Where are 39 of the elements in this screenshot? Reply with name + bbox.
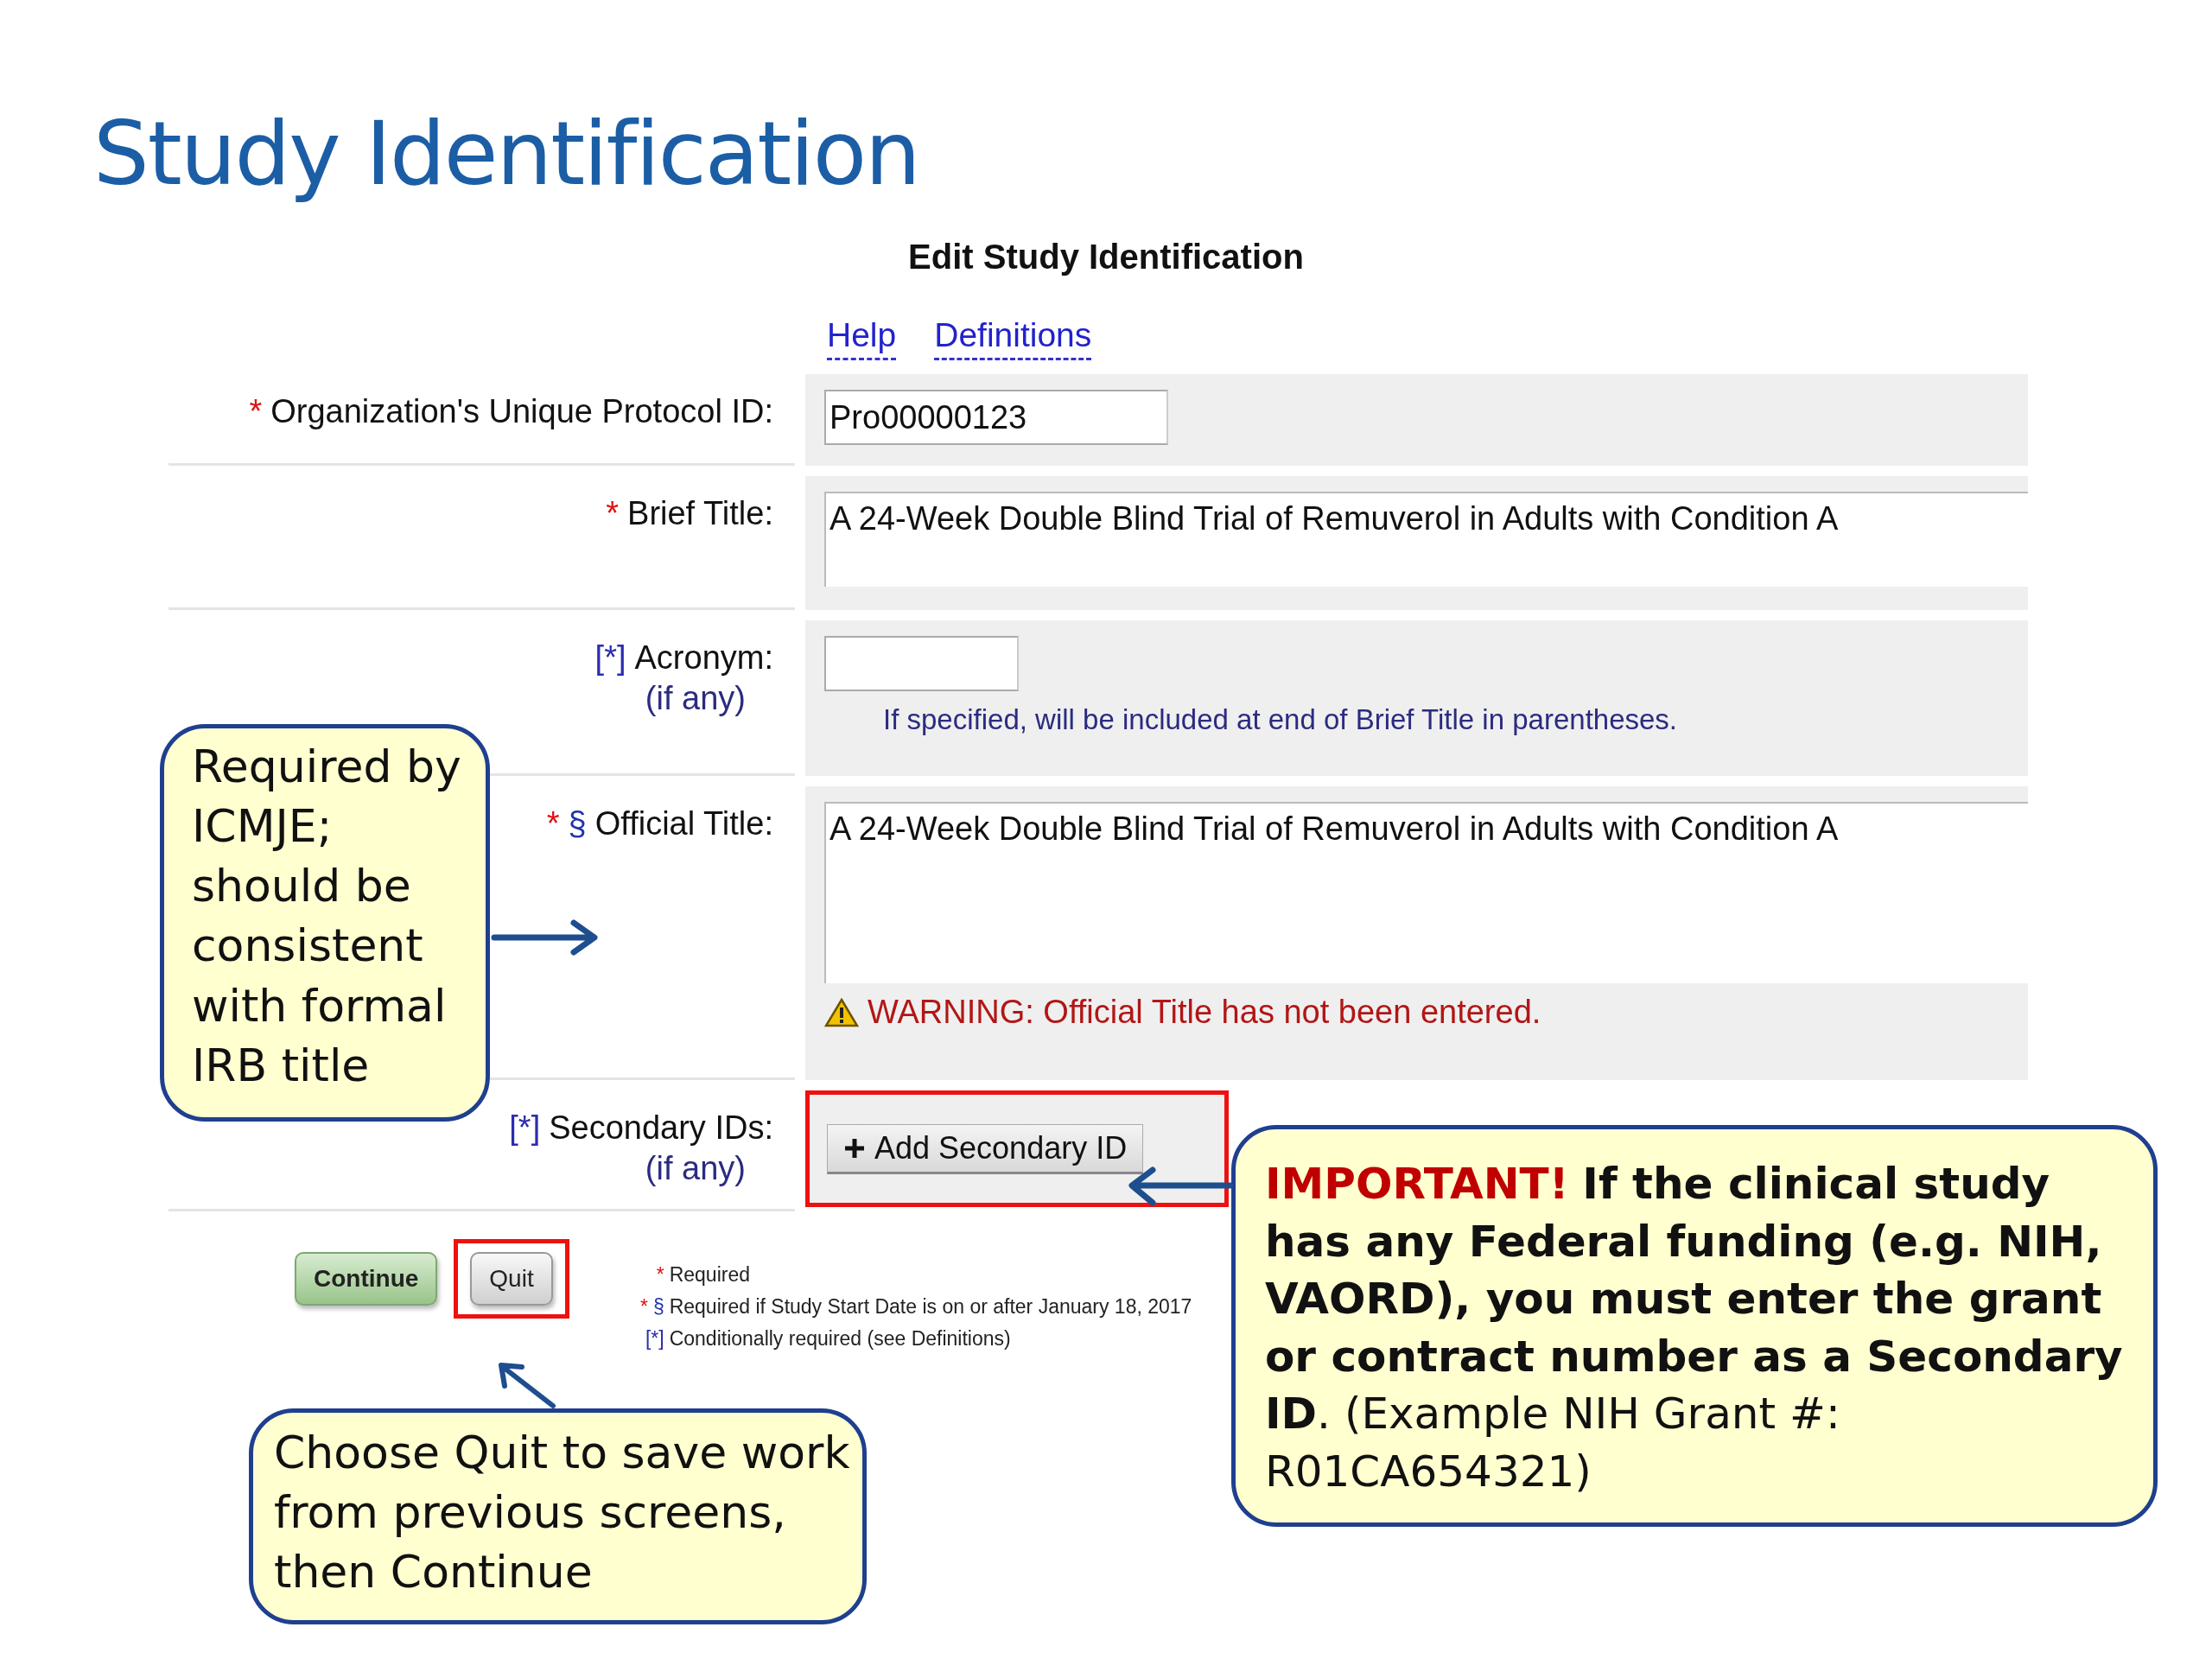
field-marker: * (656, 1263, 664, 1287)
text-input[interactable] (824, 636, 1019, 691)
field-label: Brief Title: (627, 495, 773, 532)
form-heading: Edit Study Identification (907, 238, 1305, 276)
continue-button[interactable]: Continue (295, 1252, 438, 1306)
field-sublabel: (if any) (645, 1150, 746, 1187)
legend-text: Conditionally required (see Definitions) (669, 1327, 1011, 1351)
field-marker: * (606, 495, 620, 532)
field-marker: § (652, 1295, 664, 1319)
field-label: Organization's Unique Protocol ID: (270, 393, 773, 430)
field-marker: [*] (594, 639, 626, 677)
quit-button[interactable]: Quit (470, 1252, 553, 1306)
slide-title: Study Identification (93, 102, 920, 205)
warning-message: WARNING: Official Title has not been entered. (868, 994, 1541, 1031)
field-marker: [*] (509, 1109, 541, 1147)
field-hint: If specified, will be included at end of Brief Title in parentheses. (883, 703, 1678, 736)
field-marker: § (568, 805, 587, 842)
plus-icon (843, 1136, 866, 1160)
callout: IMPORTANT! If the clinical study has any Federal funding (e.g. NIH, VAORD), you must enter the grant or contract number as a Secondary ID. (Example NIH Grant #: R01CA654321) (1231, 1125, 2158, 1527)
link[interactable]: Definitions (934, 316, 1092, 360)
link[interactable]: Help (827, 316, 897, 360)
warning-icon (824, 997, 859, 1027)
legend-text: Required (669, 1263, 750, 1287)
field-marker: * (546, 805, 560, 842)
arrow (499, 1363, 556, 1408)
callout: Required by ICMJE; should be consistent with formal IRB title (160, 724, 490, 1122)
field-marker: * (639, 1295, 648, 1319)
field-sublabel: (if any) (645, 680, 746, 717)
add-secondary-id-button[interactable]: Add Secondary ID (827, 1123, 1144, 1174)
text-area[interactable]: A 24-Week Double Blind Trial of Remuverol in Adults with Condition A (824, 492, 2028, 587)
field-label: Official Title: (594, 805, 773, 842)
field-marker: [*] (645, 1327, 664, 1351)
legend-text: Required if Study Start Date is on or after January 18, 2017 (669, 1295, 1192, 1319)
callout: Choose Quit to save work from previous screens, then Continue (249, 1408, 867, 1624)
field-label: Acronym: (634, 639, 773, 677)
field-marker: * (249, 393, 263, 430)
text-area[interactable]: A 24-Week Double Blind Trial of Remuverol in Adults with Condition A (824, 802, 2028, 983)
field-label: Secondary IDs: (549, 1109, 773, 1147)
text-input[interactable]: Pro00000123 (824, 390, 1168, 445)
